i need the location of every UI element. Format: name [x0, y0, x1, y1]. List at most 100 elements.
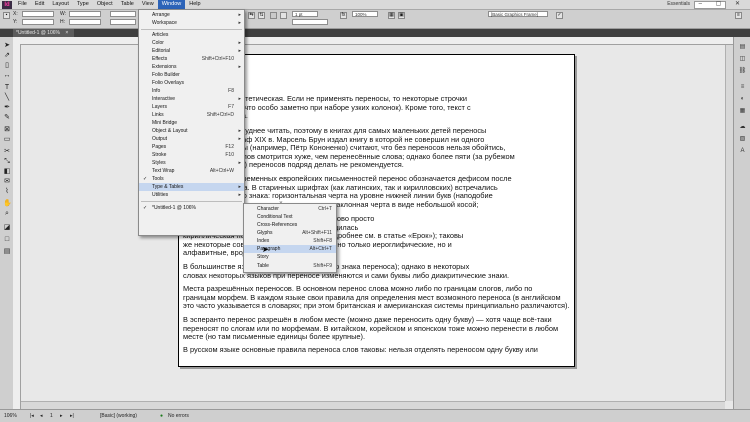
preflight-profile[interactable]: [Basic] (working) [100, 412, 137, 420]
panel-menu-icon[interactable]: ≡ [735, 12, 742, 19]
stroke-weight-field[interactable]: 1 pt [292, 11, 318, 17]
scale-y-field[interactable] [110, 19, 136, 25]
opacity-field[interactable]: 100% [352, 11, 378, 17]
menu-item-tools[interactable]: ✓ Tools [139, 175, 244, 183]
character-styles-icon[interactable]: A [738, 147, 747, 156]
y-field[interactable] [22, 19, 54, 25]
selection-tool-icon[interactable]: ➤ [3, 41, 11, 50]
h-field[interactable] [69, 19, 101, 25]
menu-item-utilities[interactable]: Utilities ▸ [139, 191, 244, 199]
view-mode-icon[interactable]: ▤ [3, 247, 11, 256]
submenu-item-paragraph[interactable]: Paragraph Alt+Ctrl+T [244, 245, 336, 253]
auto-fit-icon[interactable]: ✓ [556, 12, 563, 19]
menu-item-effects[interactable]: Effects Shift+Ctrl+F10 [139, 55, 244, 63]
stroke-swatch-icon[interactable] [280, 12, 287, 19]
scissors-tool-icon[interactable]: ✂ [3, 147, 11, 156]
close-tab-icon[interactable]: × [65, 30, 68, 36]
swatches-panel-icon[interactable]: ▦ [738, 107, 747, 116]
submenu-item-conditional-text[interactable]: Conditional Text [244, 213, 336, 221]
menu-item-folio-builder[interactable]: Folio Builder [139, 71, 244, 79]
fitting-icon[interactable]: ▣ [398, 12, 405, 19]
text-wrap-panel-icon[interactable]: ▧ [738, 135, 747, 144]
menu-item-text-wrap[interactable]: Text Wrap Alt+Ctrl+W [139, 167, 244, 175]
menu-item-interactive[interactable]: Interactive ▸ [139, 95, 244, 103]
w-field[interactable] [69, 11, 101, 17]
rectangle-frame-tool-icon[interactable]: ⊠ [3, 125, 11, 134]
direct-selection-tool-icon[interactable]: ⇗ [3, 51, 11, 60]
menu-item-extensions[interactable]: Extensions ▸ [139, 63, 244, 71]
menu-file[interactable]: File [14, 0, 31, 9]
menu-item-layers[interactable]: Layers F7 [139, 103, 244, 111]
menu-view[interactable]: View [138, 0, 158, 9]
submenu-item-table[interactable]: Table Shift+F9 [244, 262, 336, 270]
links-panel-icon[interactable]: ⛓ [738, 67, 747, 76]
window-controls[interactable]: – ▢ ✕ [699, 0, 746, 9]
reference-point-icon[interactable]: ▪ [3, 12, 10, 19]
free-transform-tool-icon[interactable]: ⤡ [3, 157, 11, 166]
stroke-type-select[interactable] [292, 19, 328, 25]
fill-swatch-icon[interactable] [270, 12, 277, 19]
menu-item-output[interactable]: Output ▸ [139, 135, 244, 143]
flip-vertical-icon[interactable]: ⇅ [258, 12, 265, 19]
submenu-item-cross-references[interactable]: Cross-References [244, 221, 336, 229]
color-panel-icon[interactable]: ◐ [738, 95, 747, 104]
prev-page-icon[interactable]: ◂ [40, 412, 43, 420]
wrap-icon[interactable]: ▦ [388, 12, 395, 19]
horizontal-ruler[interactable] [13, 37, 733, 45]
last-page-icon[interactable]: ▸| [70, 412, 74, 420]
status-zoom[interactable]: 106% [4, 412, 17, 420]
menu-help[interactable]: Help [185, 0, 204, 9]
submenu-item-index[interactable]: Index Shift+F8 [244, 237, 336, 245]
menu-item-articles[interactable]: Articles [139, 31, 244, 39]
submenu-item-character[interactable]: Character Ctrl+T [244, 205, 336, 213]
preflight-status[interactable]: No errors [168, 412, 189, 420]
hand-tool-icon[interactable]: ✋ [3, 199, 12, 208]
pencil-tool-icon[interactable]: ✎ [3, 113, 11, 122]
next-page-icon[interactable]: ▸ [60, 412, 63, 420]
menu-item-styles[interactable]: Styles ▸ [139, 159, 244, 167]
menu-table[interactable]: Table [117, 0, 138, 9]
first-page-icon[interactable]: |◂ [30, 412, 34, 420]
object-style-select[interactable]: [Basic Graphics Frame] [488, 11, 548, 17]
eyedropper-tool-icon[interactable]: ⌇ [3, 187, 11, 196]
submenu-item-story[interactable]: Story [244, 253, 336, 261]
document-tab[interactable]: *Untitled-1 @ 106% × [13, 29, 75, 37]
pages-panel-icon[interactable]: ▤ [738, 43, 747, 52]
menu-item-editorial[interactable]: Editorial ▸ [139, 47, 244, 55]
menu-item-mini-bridge[interactable]: Mini Bridge [139, 119, 244, 127]
gap-tool-icon[interactable]: ↔ [3, 71, 11, 80]
layers-panel-icon[interactable]: ◫ [738, 55, 747, 64]
menu-type[interactable]: Type [73, 0, 93, 9]
menu-item-arrange[interactable]: Arrange ▸ [139, 11, 244, 19]
menu-item-info[interactable]: Info F8 [139, 87, 244, 95]
flip-horizontal-icon[interactable]: ⇆ [248, 12, 255, 19]
menu-item-pages[interactable]: Pages F12 [139, 143, 244, 151]
menu-item-workspace[interactable]: Workspace ▸ [139, 19, 244, 27]
menu-edit[interactable]: Edit [31, 0, 48, 9]
cc-libraries-icon[interactable]: ☁ [738, 123, 747, 132]
menu-item-document-window[interactable]: ✓ *Untitled-1 @ 106% [139, 204, 244, 212]
menu-layout[interactable]: Layout [48, 0, 73, 9]
pen-tool-icon[interactable]: ✒ [3, 103, 11, 112]
zoom-tool-icon[interactable]: ⌕ [3, 209, 11, 218]
note-tool-icon[interactable]: ✉ [3, 177, 11, 186]
fill-stroke-icon[interactable]: ◪ [3, 223, 11, 232]
type-tool-icon[interactable]: T [3, 83, 11, 92]
menu-item-stroke[interactable]: Stroke F10 [139, 151, 244, 159]
menu-item-type-tables[interactable]: Type & Tables ▸ [139, 183, 244, 191]
menu-item-object-layout[interactable]: Object & Layout ▸ [139, 127, 244, 135]
status-page-number[interactable]: 1 [50, 412, 53, 420]
formatting-container-icon[interactable]: □ [3, 235, 11, 244]
gradient-tool-icon[interactable]: ◧ [3, 167, 11, 176]
line-tool-icon[interactable]: ╲ [3, 93, 11, 102]
menu-item-links[interactable]: Links Shift+Ctrl+D [139, 111, 244, 119]
vertical-ruler[interactable] [13, 44, 21, 409]
scale-x-field[interactable] [110, 11, 136, 17]
submenu-item-glyphs[interactable]: Glyphs Alt+Shift+F11 [244, 229, 336, 237]
x-field[interactable] [22, 11, 54, 17]
stroke-panel-icon[interactable]: ≡ [738, 83, 747, 92]
rectangle-tool-icon[interactable]: ▭ [3, 135, 11, 144]
page-tool-icon[interactable]: ▯ [3, 61, 11, 70]
workspace-switcher[interactable]: Essentials [667, 0, 690, 9]
menu-item-color[interactable]: Color ▸ [139, 39, 244, 47]
